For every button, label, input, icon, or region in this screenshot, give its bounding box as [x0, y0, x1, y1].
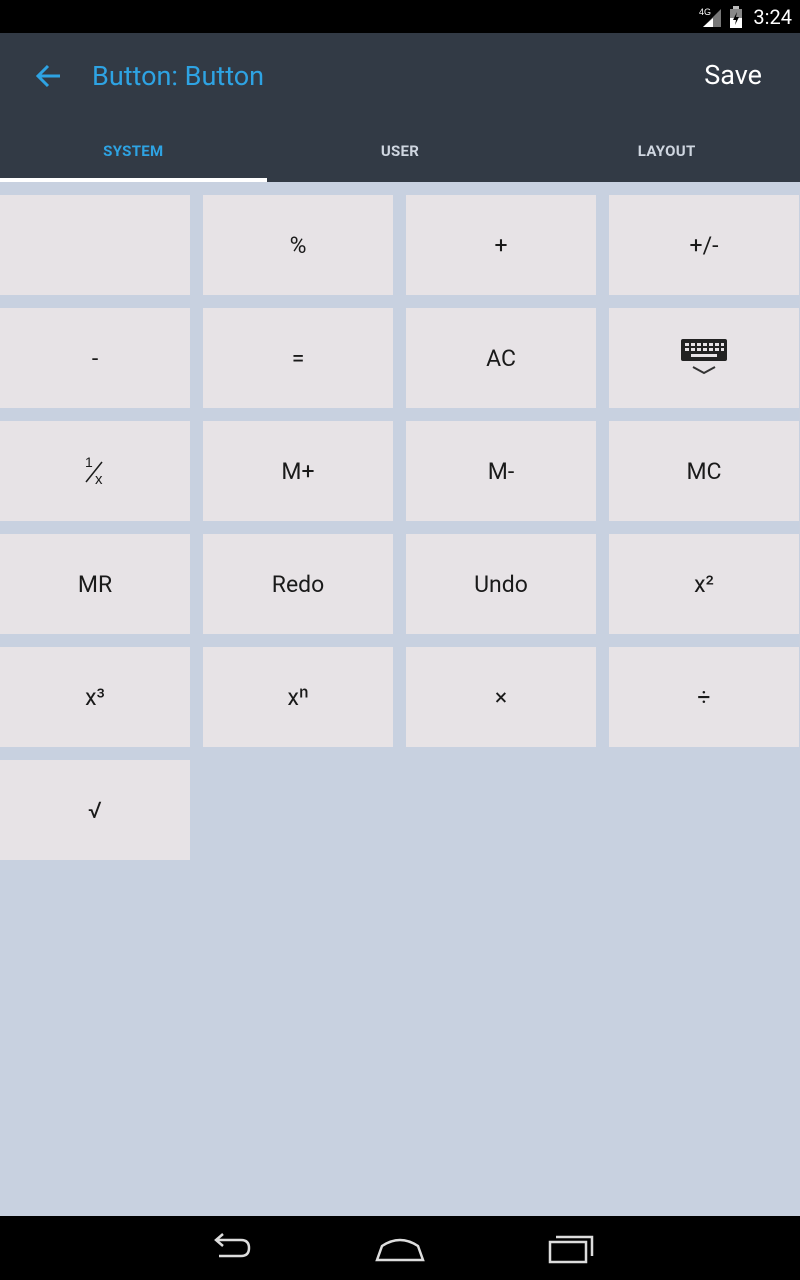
key-equals[interactable]: =: [203, 308, 393, 408]
svg-text:x: x: [95, 471, 103, 488]
back-arrow-icon[interactable]: [30, 61, 66, 91]
key-percent[interactable]: %: [203, 195, 393, 295]
battery-icon: [730, 5, 743, 28]
status-time: 3:24: [753, 4, 792, 29]
key-memory-plus[interactable]: M+: [203, 421, 393, 521]
key-multiply[interactable]: ×: [406, 647, 596, 747]
key-undo[interactable]: Undo: [406, 534, 596, 634]
key-square[interactable]: x²: [609, 534, 799, 634]
key-divide[interactable]: ÷: [609, 647, 799, 747]
key-hide-keyboard[interactable]: [609, 308, 799, 408]
key-power[interactable]: xⁿ: [203, 647, 393, 747]
key-memory-clear[interactable]: MC: [609, 421, 799, 521]
save-button[interactable]: Save: [704, 59, 762, 91]
page-title: Button: Button: [92, 60, 265, 92]
tab-system[interactable]: SYSTEM: [0, 119, 267, 182]
key-blank[interactable]: [0, 195, 190, 295]
key-memory-recall[interactable]: MR: [0, 534, 190, 634]
key-plus-minus[interactable]: +/-: [609, 195, 799, 295]
status-icons: 4G 3:24: [699, 0, 792, 33]
back-nav-icon[interactable]: [205, 1230, 255, 1266]
recent-apps-icon[interactable]: [548, 1230, 596, 1266]
keyboard-hide-icon: [681, 339, 727, 375]
key-cube[interactable]: x³: [0, 647, 190, 747]
home-nav-icon[interactable]: [374, 1230, 426, 1266]
key-square-root[interactable]: √: [0, 760, 190, 860]
key-memory-minus[interactable]: M-: [406, 421, 596, 521]
status-bar: 4G 3:24: [0, 0, 800, 33]
navigation-bar: [0, 1216, 800, 1280]
signal-4g-icon: 4G: [699, 7, 722, 27]
key-minus[interactable]: -: [0, 308, 190, 408]
action-bar: Button: Button Save: [0, 33, 800, 119]
key-reciprocal[interactable]: 1 x: [0, 421, 190, 521]
svg-text:1: 1: [85, 454, 93, 470]
key-redo[interactable]: Redo: [203, 534, 393, 634]
reciprocal-icon: 1 x: [85, 454, 103, 488]
tab-layout[interactable]: LAYOUT: [533, 119, 800, 182]
key-all-clear[interactable]: AC: [406, 308, 596, 408]
key-plus[interactable]: +: [406, 195, 596, 295]
tab-user[interactable]: USER: [267, 119, 534, 182]
network-type-label: 4G: [699, 7, 711, 17]
tab-bar: SYSTEM USER LAYOUT: [0, 119, 800, 182]
